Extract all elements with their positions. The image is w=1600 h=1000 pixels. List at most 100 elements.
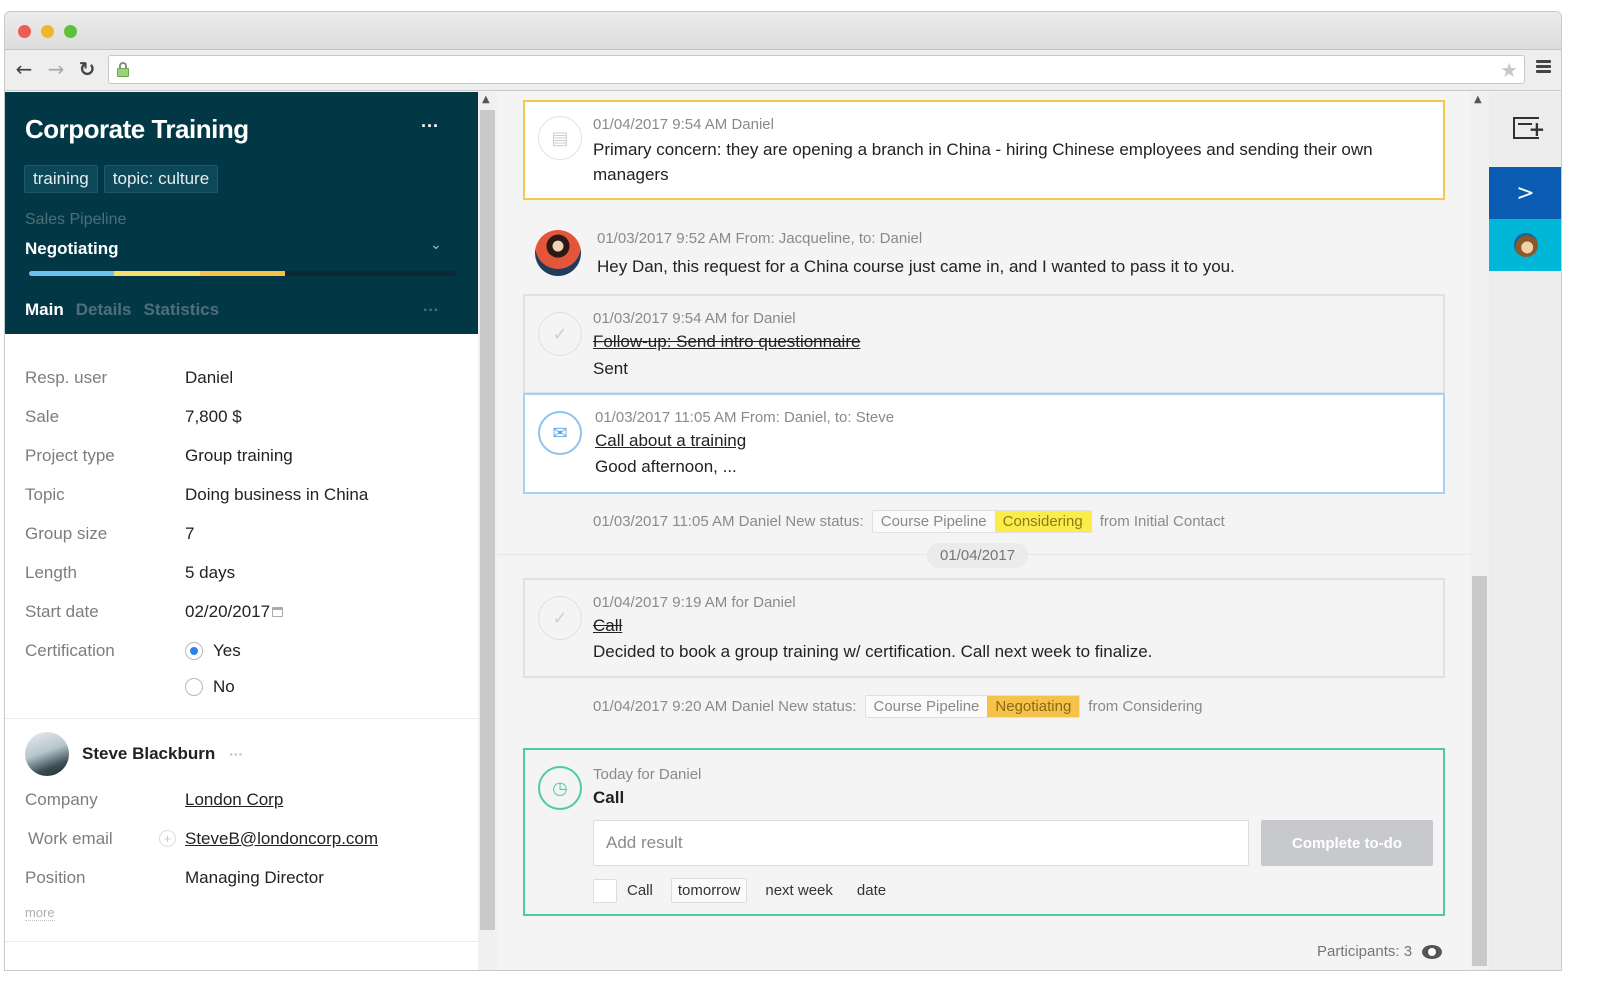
more-link[interactable]: more <box>25 905 55 921</box>
left-scrollbar[interactable]: ▲ <box>478 92 497 970</box>
clock-icon: ◷ <box>538 766 582 810</box>
progress-segment <box>199 271 286 276</box>
todo-card: ◷ Today for Daniel Call Complete to-do C… <box>523 748 1445 916</box>
field-value[interactable]: 7 <box>185 524 194 544</box>
start-date-value: 02/20/2017 <box>185 601 271 621</box>
bookmark-star-icon[interactable]: ★ <box>1500 58 1518 82</box>
option-tomorrow[interactable]: tomorrow <box>670 878 748 903</box>
pipeline-name: Course Pipeline <box>873 698 980 715</box>
contact-header: Steve Blackburn ··· <box>25 730 465 778</box>
task-meta: 01/04/2017 9:19 AM for Daniel <box>593 594 796 611</box>
task-title[interactable]: Follow-up: Send intro questionnaire <box>593 329 1423 354</box>
tab-statistics[interactable]: Statistics <box>143 300 219 330</box>
pipeline-stage-select[interactable]: Negotiating <box>25 239 119 259</box>
field-row: Position Managing Director <box>25 858 465 897</box>
scroll-up-icon[interactable]: ▲ <box>1474 94 1482 105</box>
participants[interactable]: Participants: 3 <box>1317 943 1443 960</box>
tabs-more-icon[interactable]: ··· <box>423 302 439 320</box>
email-link[interactable]: SteveB@londoncorp.com <box>185 829 378 849</box>
message-meta: 01/03/2017 9:52 AM From: Jacqueline, to:… <box>597 230 923 247</box>
participants-count: Participants: 3 <box>1317 943 1413 960</box>
contact-name[interactable]: Steve Blackburn <box>82 744 215 764</box>
chevron-right-icon: > <box>1516 180 1535 206</box>
deal-tabs: Main Details Statistics <box>20 300 219 343</box>
field-row: Project type Group training <box>25 436 368 475</box>
contact-more-icon[interactable]: ··· <box>229 746 243 762</box>
task-card[interactable]: ✓ 01/03/2017 9:54 AM for Daniel Follow-u… <box>523 294 1445 394</box>
back-arrow-icon[interactable]: ← <box>13 58 35 80</box>
tab-main[interactable]: Main <box>20 300 73 343</box>
status-meta: 01/03/2017 11:05 AM Daniel New status: <box>593 513 864 530</box>
pipeline-label: Sales Pipeline <box>25 211 127 228</box>
scrollbar-thumb[interactable] <box>1472 576 1487 966</box>
close-window-button[interactable] <box>18 25 31 38</box>
radio-button-no[interactable] <box>185 678 203 696</box>
envelope-icon: ✉ <box>538 411 582 455</box>
field-row: Start date 02/20/2017 <box>25 592 368 631</box>
tag[interactable]: topic: culture <box>103 165 219 193</box>
add-email-icon[interactable]: + <box>159 830 176 847</box>
minimize-window-button[interactable] <box>41 25 54 38</box>
field-label: Group size <box>25 523 108 543</box>
field-label: Resp. user <box>25 367 108 387</box>
deal-more-icon[interactable]: ··· <box>421 116 439 137</box>
add-result-input[interactable] <box>593 820 1249 866</box>
radio-button-yes[interactable] <box>185 641 203 660</box>
status-badge: Considering <box>994 511 1091 532</box>
task-card[interactable]: ✓ 01/04/2017 9:19 AM for Daniel Call Dec… <box>523 578 1445 678</box>
activecampaign-button[interactable]: > <box>1489 167 1561 219</box>
field-value[interactable]: 5 days <box>185 563 235 583</box>
tab-details[interactable]: Details <box>76 300 132 330</box>
task-title[interactable]: Call <box>593 613 622 638</box>
add-panel-button[interactable] <box>1489 102 1561 154</box>
calendar-icon[interactable] <box>272 606 284 617</box>
field-value[interactable]: Daniel <box>185 368 233 388</box>
eye-icon[interactable] <box>1422 944 1443 959</box>
contact-card: Steve Blackburn ··· Company London Corp … <box>25 730 465 922</box>
company-link[interactable]: London Corp <box>185 790 283 810</box>
scrollbar-thumb[interactable] <box>480 110 495 930</box>
browser-menu-icon[interactable] <box>1536 60 1551 74</box>
checkmark-icon[interactable]: ✓ <box>538 596 582 640</box>
field-value[interactable]: 7,800 $ <box>185 407 242 427</box>
document-icon: ▤ <box>538 116 582 160</box>
status-pill: Course Pipeline Negotiating <box>864 695 1081 718</box>
mailchimp-button[interactable] <box>1489 219 1561 271</box>
email-subject[interactable]: Call about a training <box>595 428 1423 453</box>
maximize-window-button[interactable] <box>64 25 77 38</box>
radio-yes[interactable]: Yes <box>185 634 241 668</box>
field-label: Company <box>25 789 98 809</box>
field-value[interactable]: Managing Director <box>185 868 324 888</box>
followup-checkbox[interactable] <box>593 878 617 903</box>
field-label: Certification <box>25 640 115 660</box>
todo-title: Call <box>593 788 625 807</box>
tag[interactable]: training <box>24 165 98 193</box>
sender-avatar[interactable] <box>535 230 581 276</box>
message-text: Hey Dan, this request for a China course… <box>597 257 1235 276</box>
field-value[interactable]: Doing business in China <box>185 485 368 505</box>
field-label: Topic <box>25 484 65 504</box>
forward-arrow-icon[interactable]: → <box>45 58 67 80</box>
deal-header: Corporate Training ··· training topic: c… <box>5 92 478 343</box>
scroll-up-icon[interactable]: ▲ <box>482 94 490 105</box>
complete-todo-button[interactable]: Complete to-do <box>1261 820 1433 866</box>
contact-avatar[interactable] <box>25 732 69 776</box>
progress-segment <box>29 271 115 276</box>
reload-icon[interactable]: ↻ <box>76 58 98 80</box>
option-date[interactable]: date <box>851 879 892 902</box>
feed-scrollbar[interactable]: ▲ <box>1470 92 1489 970</box>
chevron-down-icon[interactable]: ⌄ <box>430 237 442 253</box>
option-next-week[interactable]: next week <box>759 879 839 902</box>
field-value[interactable]: Group training <box>185 446 293 466</box>
email-card[interactable]: ✉ 01/03/2017 11:05 AM From: Daniel, to: … <box>523 393 1445 494</box>
address-bar[interactable]: ★ <box>108 55 1525 84</box>
radio-no[interactable]: No <box>185 670 235 704</box>
start-date-field[interactable]: 02/20/2017 <box>185 601 284 622</box>
task-result: Sent <box>593 359 628 378</box>
mailchimp-icon <box>1513 233 1538 257</box>
field-label: Start date <box>25 601 99 621</box>
note-card[interactable]: ▤ 01/04/2017 9:54 AM Daniel Primary conc… <box>523 100 1445 200</box>
radio-label: No <box>213 677 235 696</box>
field-label: Sale <box>25 406 60 426</box>
checkmark-icon[interactable]: ✓ <box>538 312 582 356</box>
